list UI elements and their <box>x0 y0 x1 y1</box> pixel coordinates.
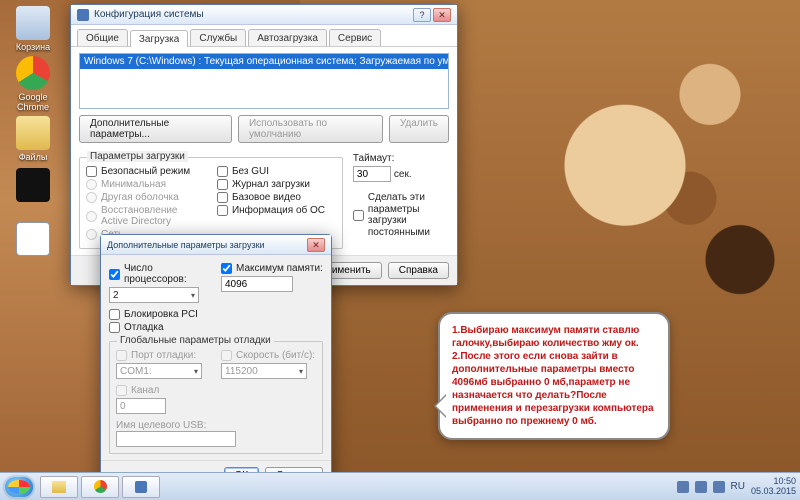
desktop-icon-chrome[interactable]: Google Chrome <box>6 56 60 112</box>
titlebar[interactable]: Конфигурация системы ? ✕ <box>71 5 457 25</box>
chrome-icon <box>16 56 50 90</box>
recycle-bin-icon <box>16 6 50 40</box>
gear-icon <box>135 481 147 493</box>
boot-entry-selected[interactable]: Windows 7 (C:\Windows) : Текущая операци… <box>80 54 448 69</box>
desktop-icon-label: Google Chrome <box>6 92 60 112</box>
debug-checkbox[interactable]: Отладка <box>109 322 323 333</box>
tray-icon[interactable] <box>695 481 707 493</box>
app-icon <box>16 222 50 256</box>
volume-icon[interactable] <box>713 481 725 493</box>
desktop-icon-label: Файлы <box>6 152 60 162</box>
desktop-icon-5[interactable] <box>6 222 60 258</box>
usb-input <box>116 431 236 447</box>
adrepair-radio: Восстановление Active Directory <box>86 205 205 227</box>
maxmem-input[interactable] <box>221 276 293 292</box>
annotation-bubble: 1.Выбираю максимум памяти ставлю галочку… <box>438 312 670 440</box>
explorer-icon <box>52 481 66 493</box>
baud-combo: 115200 <box>221 363 307 379</box>
language-indicator[interactable]: RU <box>731 481 745 492</box>
titlebar[interactable]: Дополнительные параметры загрузки ✕ <box>101 235 331 255</box>
desktop-icon-label: Корзина <box>6 42 60 52</box>
timeout-input[interactable] <box>353 166 391 182</box>
tab-boot[interactable]: Загрузка <box>130 30 188 47</box>
system-tray[interactable]: RU 10:50 05.03.2015 <box>677 477 797 496</box>
numcpu-combo[interactable]: 2 <box>109 287 199 303</box>
channel-input <box>116 398 166 414</box>
clock[interactable]: 10:50 05.03.2015 <box>751 477 796 496</box>
desktop-icon-4[interactable] <box>6 168 60 204</box>
window-title: Дополнительные параметры загрузки <box>107 240 265 250</box>
tab-startup[interactable]: Автозагрузка <box>248 29 327 46</box>
boot-list[interactable]: Windows 7 (C:\Windows) : Текущая операци… <box>79 53 449 109</box>
close-button[interactable]: ✕ <box>433 8 451 22</box>
desktop-icon-files[interactable]: Файлы <box>6 116 60 162</box>
advanced-options-button[interactable]: Дополнительные параметры... <box>79 115 232 143</box>
bootlog-checkbox[interactable]: Журнал загрузки <box>217 179 336 190</box>
usb-label: Имя целевого USB: <box>116 420 316 431</box>
basevideo-checkbox[interactable]: Базовое видео <box>217 192 336 203</box>
dbgport-checkbox: Порт отладки: <box>116 350 211 361</box>
set-default-button: Использовать по умолчанию <box>238 115 383 143</box>
channel-checkbox: Канал <box>116 385 211 396</box>
taskbar[interactable]: RU 10:50 05.03.2015 <box>0 472 800 500</box>
window-title: Конфигурация системы <box>94 9 204 20</box>
timeout-unit: сек. <box>394 169 412 180</box>
osinfo-checkbox[interactable]: Информация об ОС <box>217 205 336 216</box>
minimal-radio: Минимальная <box>86 179 205 190</box>
help-button[interactable]: ? <box>413 8 431 22</box>
safe-mode-checkbox[interactable]: Безопасный режим <box>86 166 205 177</box>
dbgport-combo: COM1: <box>116 363 202 379</box>
make-permanent-checkbox[interactable]: Сделать эти параметры загрузки постоянны… <box>353 192 449 238</box>
pcilock-checkbox[interactable]: Блокировка PCI <box>109 309 323 320</box>
nogui-checkbox[interactable]: Без GUI <box>217 166 336 177</box>
tab-services[interactable]: Службы <box>190 29 246 46</box>
taskbar-item-chrome[interactable] <box>81 476 119 498</box>
maxmem-checkbox[interactable]: Максимум памяти: <box>221 263 323 274</box>
taskbar-item-explorer[interactable] <box>40 476 78 498</box>
baud-checkbox: Скорость (бит/с): <box>221 350 316 361</box>
close-button[interactable]: ✕ <box>307 238 325 252</box>
tab-tools[interactable]: Сервис <box>329 29 381 46</box>
numcpu-checkbox[interactable]: Число процессоров: <box>109 263 211 285</box>
tabs: Общие Загрузка Службы Автозагрузка Серви… <box>71 25 457 47</box>
group-legend: Параметры загрузки <box>87 151 188 162</box>
app-icon <box>77 9 89 21</box>
desktop-icon-recycle[interactable]: Корзина <box>6 6 60 52</box>
chrome-icon <box>94 480 107 493</box>
group-legend: Глобальные параметры отладки <box>117 335 274 346</box>
start-button[interactable] <box>4 476 34 498</box>
delete-button: Удалить <box>389 115 449 143</box>
timeout-label: Таймаут: <box>353 153 449 164</box>
tray-icon[interactable] <box>677 481 689 493</box>
window-advanced-boot[interactable]: Дополнительные параметры загрузки ✕ Числ… <box>100 234 332 491</box>
tab-general[interactable]: Общие <box>77 29 128 46</box>
altshell-radio: Другая оболочка <box>86 192 205 203</box>
help-button[interactable]: Справка <box>388 262 449 279</box>
folder-icon <box>16 116 50 150</box>
app-icon <box>16 168 50 202</box>
taskbar-item-msconfig[interactable] <box>122 476 160 498</box>
annotation-text: 1.Выбираю максимум памяти ставлю галочку… <box>452 325 654 427</box>
